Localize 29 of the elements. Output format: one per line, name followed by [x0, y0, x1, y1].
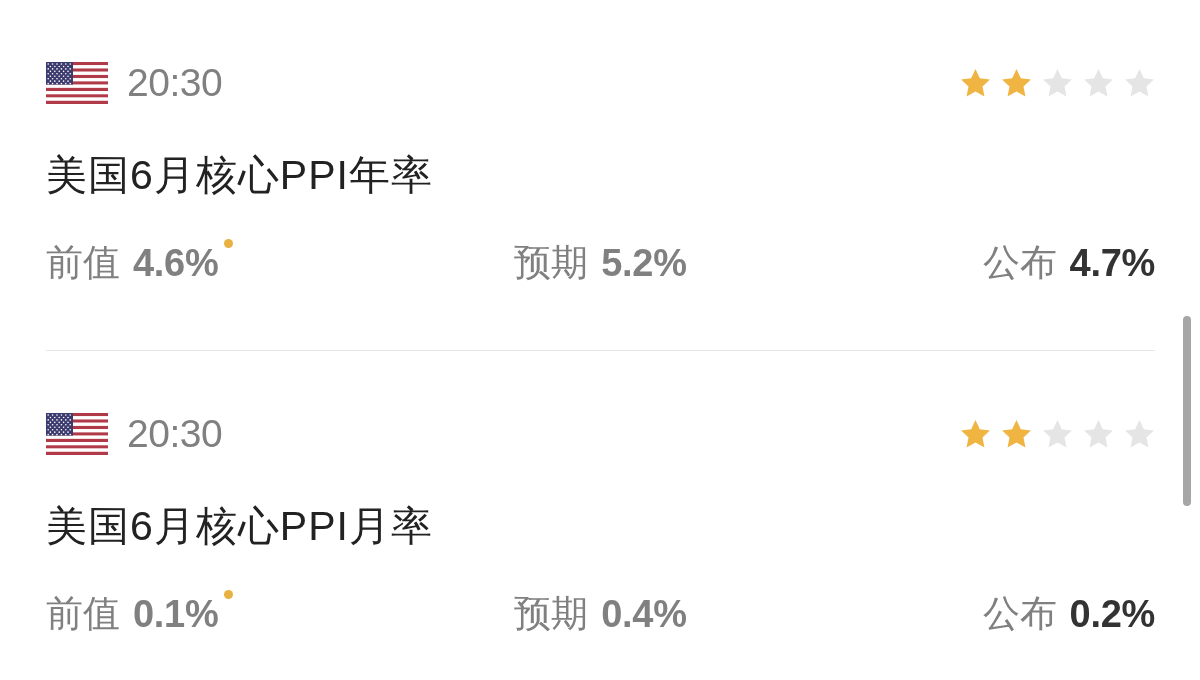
- flag-icon: [46, 62, 108, 104]
- star-icon: [1124, 69, 1155, 97]
- star-icon: [1124, 420, 1155, 448]
- figure-value: 5.2%: [601, 241, 687, 286]
- figure-value: 0.4%: [601, 592, 687, 637]
- scrollbar-thumb[interactable]: [1183, 316, 1191, 506]
- star-icon: [1042, 420, 1073, 448]
- figure-label: 前值: [46, 592, 120, 636]
- figure-label: 预期: [514, 241, 589, 285]
- figure-value: 0.1%: [133, 592, 219, 637]
- star-icon: [1042, 69, 1073, 97]
- star-icon: [1001, 69, 1032, 97]
- star-icon: [1083, 69, 1114, 97]
- event-title: 美国6月核心PPI年率: [46, 151, 434, 200]
- event-title: 美国6月核心PPI月率: [46, 502, 434, 551]
- figure-label: 公布: [982, 592, 1057, 636]
- star-icon: [1083, 420, 1114, 448]
- event-time: 20:30: [127, 413, 223, 455]
- figure-label: 公布: [982, 241, 1057, 285]
- figure-label: 前值: [46, 241, 120, 285]
- event-time: 20:30: [127, 62, 223, 104]
- figure-value: 4.7%: [1069, 241, 1155, 286]
- star-icon: [1001, 420, 1032, 448]
- figure-label: 预期: [514, 592, 589, 636]
- figure-value: 4.6%: [133, 241, 219, 286]
- figure-value: 0.2%: [1069, 592, 1155, 637]
- flag-icon: [46, 413, 108, 455]
- star-icon: [960, 69, 991, 97]
- star-icon: [960, 420, 991, 448]
